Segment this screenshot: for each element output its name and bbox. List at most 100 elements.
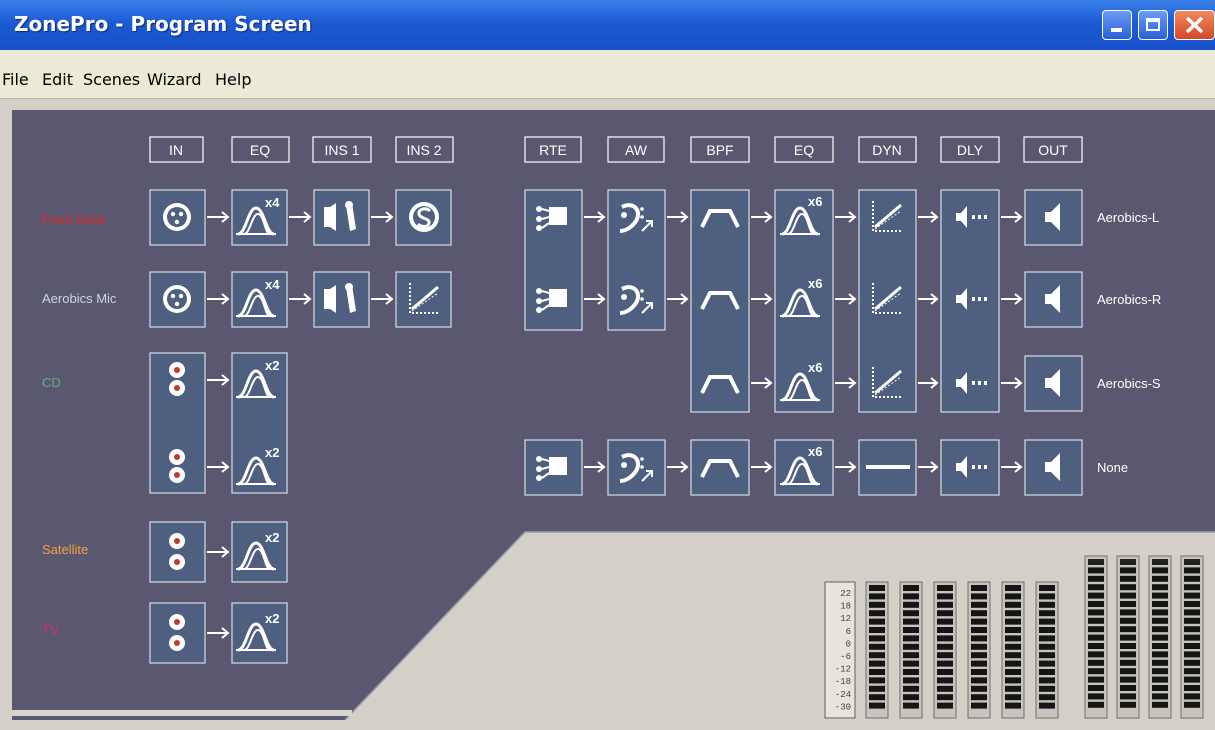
output-label-aerobics-s: Aerobics-S	[1097, 376, 1161, 391]
meter-segment	[1039, 593, 1055, 600]
meter-segment	[1088, 676, 1104, 683]
meter-segment	[1005, 643, 1021, 650]
meter-segment	[1184, 701, 1200, 708]
meter-segment	[971, 677, 987, 684]
level-meter	[1148, 555, 1172, 719]
meter-segment	[971, 593, 987, 600]
meter-segment	[971, 585, 987, 591]
hdr-aw: AW	[625, 142, 648, 158]
meter-segment	[903, 643, 919, 650]
eq-out-block[interactable]	[774, 439, 834, 496]
eq-badge: x6	[808, 194, 822, 209]
meter-scale-label: -6	[840, 652, 851, 662]
meter-segment	[1005, 601, 1021, 608]
in-block[interactable]	[149, 521, 206, 583]
meter-scale-label: 22	[840, 589, 851, 599]
meter-segment	[937, 685, 953, 692]
eq-badge: x4	[265, 195, 280, 210]
meter-segment	[1005, 677, 1021, 684]
meter-scale-label: -30	[835, 702, 851, 712]
meter-segment	[1120, 668, 1136, 675]
meter-scale-label: 18	[840, 602, 851, 612]
meter-scale-label: 12	[840, 614, 851, 624]
dyn-block[interactable]	[858, 189, 917, 413]
meter-segment	[1184, 626, 1200, 633]
eq-badge: x2	[265, 611, 279, 626]
meter-segment	[1088, 617, 1104, 624]
hdr-eq-out: EQ	[794, 142, 814, 158]
meter-segment	[1039, 635, 1055, 642]
meter-segment	[903, 669, 919, 675]
meter-segment	[971, 635, 987, 642]
meter-segment	[937, 610, 953, 617]
meter-segment	[937, 601, 953, 608]
meter-segment	[1005, 610, 1021, 617]
meter-segment	[1120, 559, 1136, 565]
meter-segment	[1152, 575, 1168, 582]
meter-segment	[1005, 660, 1021, 667]
level-meters: 22 18 12 6 0 -6 -12 -18 -24 -30	[824, 555, 1204, 719]
meter-segment	[1005, 669, 1021, 675]
meter-segment	[903, 627, 919, 633]
eq-badge: x4	[265, 277, 280, 292]
meter-segment	[1120, 592, 1136, 599]
rca-icon	[169, 554, 185, 570]
meter-segment	[869, 643, 885, 650]
meter-segment	[1088, 592, 1104, 599]
meter-segment	[1088, 601, 1104, 607]
meter-segment	[1005, 652, 1021, 659]
meter-segment	[937, 643, 953, 650]
meter-segment	[903, 585, 919, 591]
feedback-suppressor-icon	[407, 200, 441, 234]
bpf-block[interactable]	[690, 439, 750, 496]
meter-segment	[903, 685, 919, 692]
meter-scale-label: 6	[846, 627, 851, 637]
rca-icon	[169, 362, 185, 378]
input-label-satellite: Satellite	[42, 542, 88, 557]
meter-segment	[1039, 627, 1055, 633]
ins1-block[interactable]	[313, 189, 370, 246]
meter-segment	[869, 635, 885, 642]
meter-segment	[869, 610, 885, 617]
eq-badge: x2	[265, 530, 279, 545]
meter-segment	[1152, 685, 1168, 691]
meter-segment	[1152, 701, 1168, 708]
level-meter	[1035, 581, 1059, 719]
output-label-aerobics-l: Aerobics-L	[1097, 210, 1159, 225]
meter-segment	[1152, 668, 1168, 675]
eq-badge: x2	[265, 445, 279, 460]
hdr-dly: DLY	[957, 142, 984, 158]
meter-segment	[1120, 634, 1136, 641]
meter-segment	[903, 618, 919, 625]
output-label-aerobics-r: Aerobics-R	[1097, 292, 1161, 307]
eq-badge: x2	[265, 358, 279, 373]
meter-segment	[1152, 609, 1168, 616]
meter-segment	[1088, 651, 1104, 658]
meter-segment	[1152, 651, 1168, 658]
eq-badge: x6	[808, 444, 822, 459]
meter-segment	[1184, 651, 1200, 658]
ins1-block[interactable]	[313, 271, 370, 328]
meter-segment	[937, 627, 953, 633]
hdr-ins1: INS 1	[324, 142, 359, 158]
hdr-out: OUT	[1038, 142, 1068, 158]
meter-segment	[1088, 643, 1104, 649]
meter-segment	[1039, 685, 1055, 692]
meter-segment	[1039, 618, 1055, 625]
meter-segment	[869, 593, 885, 600]
meter-segment	[1005, 627, 1021, 633]
meter-segment	[1184, 575, 1200, 582]
dly-block[interactable]	[940, 439, 1000, 496]
meter-segment	[1152, 634, 1168, 641]
meter-segment	[903, 601, 919, 608]
level-meter	[1001, 581, 1025, 719]
input-label-aerobics-mic: Aerobics Mic	[42, 291, 117, 306]
meter-segment	[1005, 635, 1021, 642]
in-block[interactable]	[149, 602, 206, 664]
dly-block[interactable]	[940, 189, 1000, 413]
meter-segment	[971, 702, 987, 709]
meter-segment	[903, 677, 919, 684]
meter-segment	[937, 702, 953, 709]
program-panel: IN EQ INS 1 INS 2 RTE AW BPF EQ DYN DLY …	[12, 110, 1215, 721]
meter-segment	[1184, 559, 1200, 565]
